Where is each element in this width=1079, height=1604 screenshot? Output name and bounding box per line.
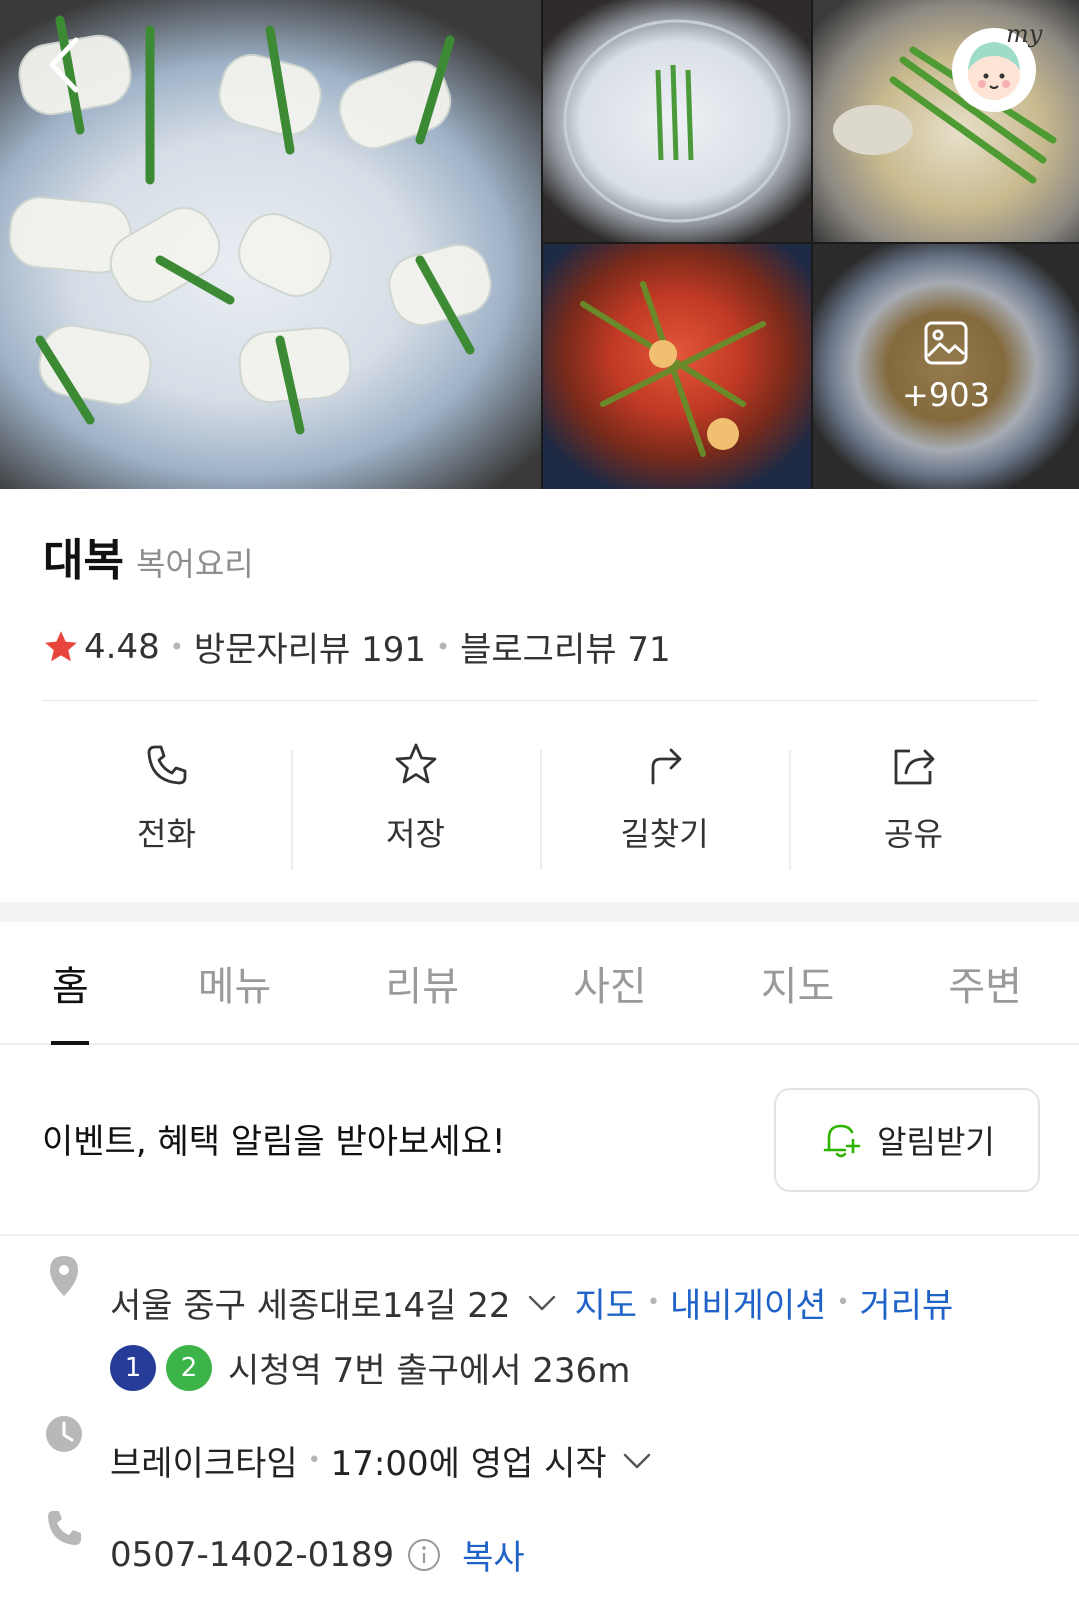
star-icon bbox=[45, 630, 77, 661]
hours-row[interactable]: 브레이크타임 • 17:00에 영업 시작 bbox=[110, 1436, 655, 1485]
avatar: my bbox=[952, 20, 1043, 112]
my-label: my bbox=[1006, 20, 1043, 48]
street-view-link[interactable]: 거리뷰 bbox=[859, 1278, 953, 1327]
back-button[interactable] bbox=[34, 30, 94, 100]
address-text[interactable]: 서울 중구 세종대로14길 22 bbox=[110, 1278, 510, 1327]
tab-bar: 홈 메뉴 리뷰 사진 지도 주변 bbox=[0, 922, 1079, 1045]
more-photos-overlay: +903 bbox=[813, 244, 1079, 489]
navigation-link[interactable]: 내비게이션 bbox=[670, 1278, 826, 1327]
tab-photo[interactable]: 사진 bbox=[516, 922, 704, 1043]
separator-dot: • bbox=[169, 632, 184, 661]
place-name: 대복 bbox=[43, 535, 124, 586]
my-profile-button[interactable]: my bbox=[948, 18, 1046, 116]
rating-row: 4.48 • 방문자리뷰 191 • 블로그리뷰 71 bbox=[42, 622, 671, 671]
directions-arrow-icon bbox=[651, 748, 681, 785]
star-outline-icon bbox=[395, 743, 436, 784]
subway-row: 1 2 시청역 7번 출구에서 236m bbox=[110, 1343, 630, 1392]
copy-phone-button[interactable]: 복사 bbox=[462, 1530, 525, 1579]
notify-message: 이벤트, 혜택 알림을 받아보세요! bbox=[42, 1122, 506, 1162]
phone-number[interactable]: 0507-1402-0189 bbox=[110, 1535, 394, 1575]
tab-map[interactable]: 지도 bbox=[704, 922, 892, 1043]
address-row: 서울 중구 세종대로14길 22 지도 • 내비게이션 • 거리뷰 bbox=[110, 1278, 953, 1327]
chevron-down-icon[interactable] bbox=[524, 1285, 560, 1321]
divider bbox=[42, 700, 1038, 701]
place-category: 복어요리 bbox=[135, 545, 254, 583]
divider bbox=[0, 1234, 1079, 1236]
location-pin-icon bbox=[50, 1256, 78, 1296]
separator-dot: • bbox=[435, 632, 451, 661]
section-gap bbox=[0, 902, 1079, 922]
photo-thumb-1[interactable] bbox=[543, 0, 811, 242]
save-button[interactable]: 저장 bbox=[291, 728, 540, 870]
tab-home[interactable]: 홈 bbox=[0, 922, 141, 1043]
share-icon bbox=[894, 749, 934, 785]
place-title-row: 대복 복어요리 bbox=[43, 524, 254, 588]
separator-dot: • bbox=[307, 1448, 321, 1473]
tab-nearby[interactable]: 주변 bbox=[891, 922, 1079, 1043]
phone-row: 0507-1402-0189 복사 bbox=[110, 1530, 525, 1579]
subway-line-1-badge: 1 bbox=[110, 1344, 156, 1391]
directions-button[interactable]: 길찾기 bbox=[540, 728, 789, 870]
tab-menu[interactable]: 메뉴 bbox=[141, 922, 329, 1043]
share-label: 공유 bbox=[884, 815, 943, 853]
more-photo-count: +903 bbox=[902, 375, 990, 414]
hours-status: 브레이크타임 bbox=[110, 1444, 298, 1484]
photo-thumb-3[interactable] bbox=[543, 244, 811, 489]
tab-review[interactable]: 리뷰 bbox=[328, 922, 516, 1043]
rating-value: 4.48 bbox=[84, 626, 160, 667]
phone-icon bbox=[147, 745, 186, 785]
directions-label: 길찾기 bbox=[620, 815, 709, 853]
clock-icon bbox=[46, 1416, 82, 1452]
action-bar: 전화 저장 길찾기 공유 bbox=[42, 728, 1038, 870]
blog-review-count[interactable]: 블로그리뷰 71 bbox=[460, 622, 670, 671]
phone-icon bbox=[48, 1511, 81, 1545]
info-icon[interactable] bbox=[406, 1537, 442, 1573]
subway-distance-text: 시청역 7번 출구에서 236m bbox=[228, 1351, 631, 1391]
subway-line-2-badge: 2 bbox=[166, 1344, 212, 1391]
photo-gallery: +903 my bbox=[0, 0, 1079, 489]
notify-subscribe-button[interactable]: 알림받기 bbox=[774, 1088, 1040, 1192]
chevron-down-icon[interactable] bbox=[619, 1443, 655, 1479]
separator-dot: • bbox=[836, 1290, 850, 1315]
save-label: 저장 bbox=[386, 815, 445, 853]
image-icon bbox=[924, 321, 968, 364]
notify-button-label: 알림받기 bbox=[877, 1123, 995, 1161]
photo-thumb-more[interactable]: +903 bbox=[813, 244, 1079, 489]
hours-text: 17:00에 영업 시작 bbox=[330, 1444, 607, 1484]
share-button[interactable]: 공유 bbox=[789, 728, 1038, 870]
separator-dot: • bbox=[647, 1290, 661, 1315]
map-link[interactable]: 지도 bbox=[574, 1278, 637, 1327]
bell-plus-icon bbox=[823, 1124, 861, 1158]
visitor-review-count[interactable]: 방문자리뷰 191 bbox=[194, 622, 426, 671]
call-label: 전화 bbox=[137, 815, 196, 853]
call-button[interactable]: 전화 bbox=[42, 728, 291, 868]
chevron-left-icon bbox=[49, 37, 79, 93]
